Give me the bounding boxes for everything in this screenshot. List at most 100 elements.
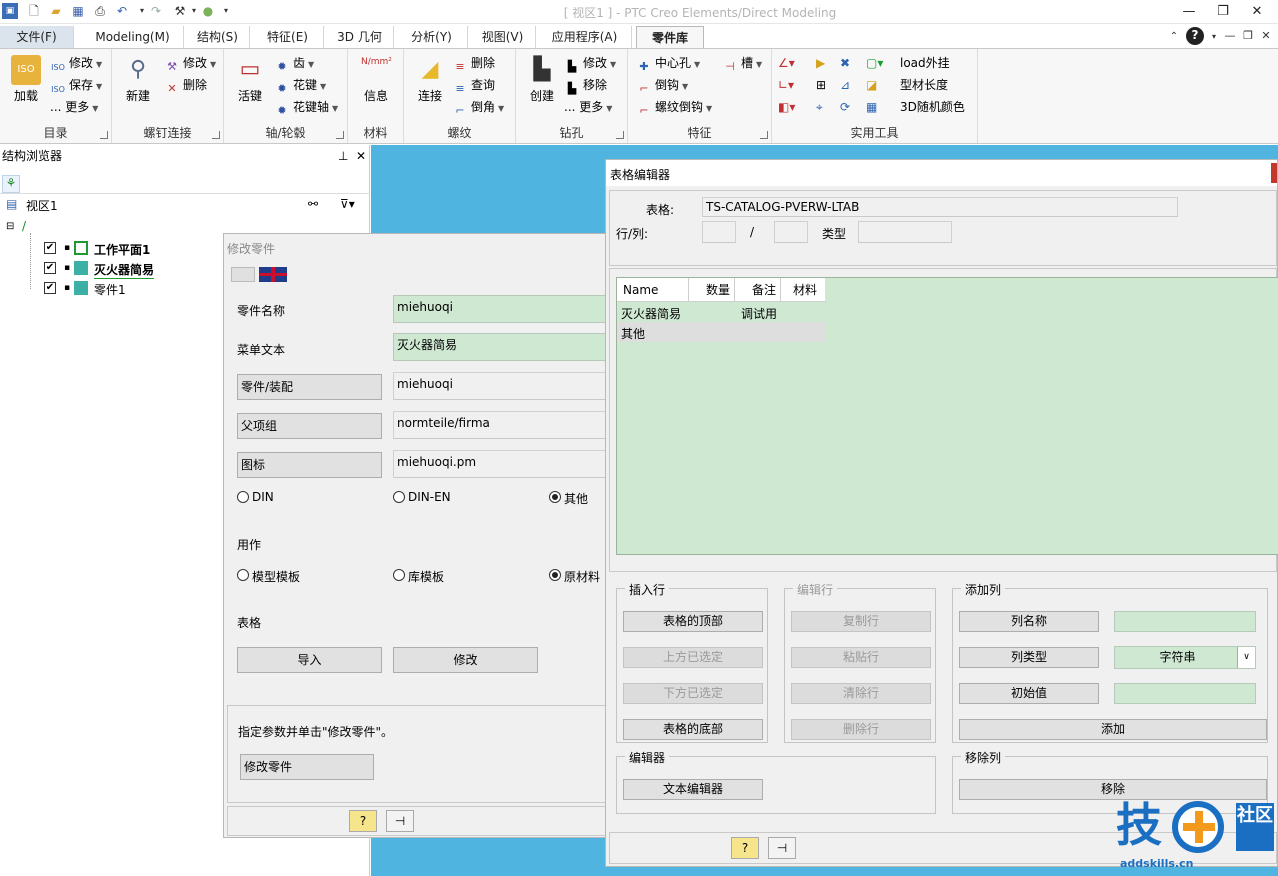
parent-group-value[interactable]: normteile/firma — [393, 411, 613, 439]
table-grid[interactable]: Name 数量 备注 材料 灭火器简易 调试用 其他 — [616, 277, 1278, 555]
column-header-quantity[interactable]: 数量 — [689, 278, 735, 302]
tool-dimension-icon[interactable]: ∠▾ — [778, 53, 795, 73]
tab-feature[interactable]: 特征(E) — [252, 26, 324, 48]
col-input[interactable] — [774, 221, 808, 243]
thread-query-button[interactable]: ≡ 查询 — [452, 75, 495, 95]
usage-library-template-radio[interactable] — [393, 569, 405, 581]
insert-bottom-button[interactable]: 表格的底部 — [623, 719, 763, 740]
load-plugin-icon[interactable]: ▢▾ — [866, 53, 883, 73]
tool-grid-icon[interactable]: ⊞ — [816, 75, 826, 95]
chevron-down-icon[interactable]: ∨ — [1237, 647, 1255, 668]
chamfer-button[interactable]: ⌐ 倒钩 ▼ — [636, 75, 688, 95]
tool-sync-icon[interactable]: ⟳ — [840, 97, 850, 117]
tool-axis-icon[interactable]: ◧▾ — [778, 97, 795, 117]
standard-other-radio[interactable] — [549, 491, 561, 503]
collapse-ribbon-icon[interactable]: ⌃ — [1166, 29, 1182, 45]
tab-file[interactable]: 文件(F) — [0, 26, 74, 48]
key-button[interactable]: ▭ 活键 — [228, 53, 272, 113]
modify-part-button[interactable]: 修改零件 — [240, 754, 374, 780]
dialog-launcher-icon[interactable] — [616, 131, 624, 139]
import-button[interactable]: 导入 — [237, 647, 382, 673]
visibility-checkbox[interactable]: ✔ — [44, 242, 56, 254]
load-button[interactable]: ISO 加载 — [4, 53, 48, 113]
help-dropdown-icon[interactable]: ▾ — [1206, 29, 1222, 45]
bolt-new-button[interactable]: ⚲ 新建 — [116, 53, 160, 113]
center-hole-button[interactable]: ✚ 中心孔 ▼ — [636, 53, 700, 73]
visibility-checkbox[interactable]: ✔ — [44, 282, 56, 294]
thread-chamfer-feature-button[interactable]: ⌐ 螺纹倒钩 ▼ — [636, 97, 712, 117]
tab-modeling[interactable]: Modeling(M) — [82, 26, 184, 48]
drill-create-button[interactable]: ▙ 创建 — [520, 53, 564, 113]
insert-below-button[interactable]: 下方已选定 — [623, 683, 763, 704]
paste-row-button[interactable]: 粘贴行 — [791, 647, 931, 668]
pin-icon[interactable]: ⊣ — [768, 837, 796, 859]
modify-table-button[interactable]: 修改 — [393, 647, 538, 673]
column-header-note[interactable]: 备注 — [735, 278, 781, 302]
tab-part-library[interactable]: 零件库 — [636, 26, 704, 48]
tab-structure[interactable]: 结构(S) — [186, 26, 250, 48]
minimize-icon[interactable]: — — [1172, 0, 1206, 24]
material-info-button[interactable]: N/mm² 信息 — [354, 53, 398, 113]
tool-measure-icon[interactable]: ⌖ — [816, 97, 823, 117]
icon-button[interactable]: 图标 — [237, 452, 382, 478]
help-icon[interactable]: ? — [349, 810, 377, 832]
catalog-more-button[interactable]: ... 更多 ▼ — [50, 97, 98, 117]
insert-top-button[interactable]: 表格的顶部 — [623, 611, 763, 632]
tool-angle-icon[interactable]: ∟▾ — [778, 75, 794, 95]
text-editor-button[interactable]: 文本编辑器 — [623, 779, 763, 800]
table-row[interactable]: 其他 — [617, 322, 825, 342]
pin-icon[interactable]: ⊥ — [338, 145, 348, 167]
tool-pointer-icon[interactable]: ▶ — [816, 53, 825, 73]
dialog-launcher-icon[interactable] — [760, 131, 768, 139]
thread-delete-button[interactable]: ≡ 删除 — [452, 53, 495, 73]
doc-minimize-icon[interactable]: — — [1222, 28, 1238, 44]
binoculars-icon[interactable]: ⚯ — [308, 197, 318, 211]
filter-icon[interactable]: ⊽▾ — [340, 197, 355, 211]
table-row[interactable]: 灭火器简易 调试用 — [617, 302, 825, 322]
tab-applications[interactable]: 应用程序(A) — [538, 26, 632, 48]
catalog-save-button[interactable]: ISO 保存 ▼ — [50, 75, 102, 95]
initial-value-input[interactable] — [1114, 683, 1256, 704]
close-icon[interactable]: ✕ — [1240, 0, 1274, 24]
spline-button[interactable]: ✹ 花键 ▼ — [274, 75, 326, 95]
tool-cross-icon[interactable]: ✖ — [840, 53, 850, 73]
profile-length-icon[interactable]: ◪ — [866, 75, 877, 95]
copy-row-button[interactable]: 复制行 — [791, 611, 931, 632]
random-color-icon[interactable]: ▦ — [866, 97, 877, 117]
parent-group-button[interactable]: 父项组 — [237, 413, 382, 439]
tab-3d-geometry[interactable]: 3D 几何 — [326, 26, 394, 48]
viewport-root-label[interactable]: 视区1 — [26, 197, 58, 214]
column-header-name[interactable]: Name — [617, 278, 689, 302]
groove-button[interactable]: ⊣ 槽 ▼ — [722, 53, 762, 73]
bolt-delete-button[interactable]: ✕ 删除 — [164, 75, 207, 95]
help-icon[interactable]: ? — [731, 837, 759, 859]
clear-row-button[interactable]: 清除行 — [791, 683, 931, 704]
usage-raw-material-radio[interactable] — [549, 569, 561, 581]
part-name-input[interactable]: miehuoqi — [393, 295, 613, 323]
initial-value-button[interactable]: 初始值 — [959, 683, 1099, 704]
column-name-input[interactable] — [1114, 611, 1256, 632]
tab-view[interactable]: 视图(V) — [470, 26, 536, 48]
column-type-button[interactable]: 列类型 — [959, 647, 1099, 668]
tab-analysis[interactable]: 分析(Y) — [396, 26, 468, 48]
menu-text-input[interactable]: 灭火器简易 — [393, 333, 613, 361]
dialog-launcher-icon[interactable] — [100, 131, 108, 139]
close-icon[interactable]: ✕ — [356, 145, 366, 167]
tree-collapse-icon[interactable]: ⊟ — [6, 221, 14, 232]
profile-length-button[interactable]: 型材长度 — [900, 75, 948, 95]
column-name-button[interactable]: 列名称 — [959, 611, 1099, 632]
part-assembly-button[interactable]: 零件/装配 — [237, 374, 382, 400]
language-default-icon[interactable] — [231, 267, 255, 282]
bolt-modify-button[interactable]: ⚒ 修改 ▼ — [164, 53, 216, 73]
add-column-button[interactable]: 添加 — [959, 719, 1267, 740]
row-input[interactable] — [702, 221, 736, 243]
tree-view-icon[interactable]: ⚘ — [2, 175, 20, 193]
doc-close-icon[interactable]: ✕ — [1258, 28, 1274, 44]
dialog-launcher-icon[interactable] — [336, 131, 344, 139]
drill-modify-button[interactable]: ▙ 修改 ▼ — [564, 53, 616, 73]
help-icon[interactable]: ? — [1186, 27, 1204, 45]
spline-shaft-button[interactable]: ✹ 花键轴 ▼ — [274, 97, 338, 117]
random-color-button[interactable]: 3D随机颜色 — [900, 97, 965, 117]
catalog-modify-button[interactable]: ISO 修改 ▼ — [50, 53, 102, 73]
thread-connect-button[interactable]: ◢ 连接 — [408, 53, 452, 113]
